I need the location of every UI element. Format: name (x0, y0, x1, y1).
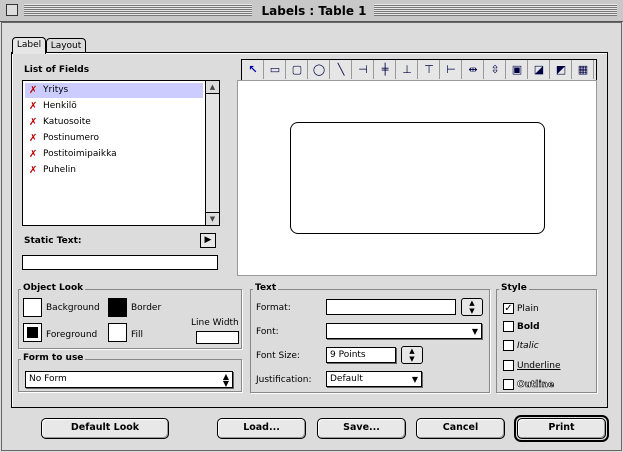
form-to-use-heading: Form to use (21, 353, 86, 363)
title-stripes (24, 4, 252, 16)
line-tool-icon[interactable]: ╲ (331, 60, 352, 79)
bold-checkbox[interactable] (503, 321, 514, 332)
plain-checkbox[interactable]: ✓ (503, 303, 514, 314)
arrow-tool-icon[interactable]: ↖ (243, 60, 264, 79)
field-icon: ✗ (29, 149, 38, 160)
tab-label[interactable]: Label (12, 37, 46, 54)
static-text-label: Static Text: (24, 236, 82, 246)
label-rounded-rectangle[interactable] (290, 122, 545, 234)
field-icon: ✗ (29, 117, 38, 128)
align-left-icon[interactable]: ⊣ (353, 60, 374, 79)
cancel-button[interactable]: Cancel (416, 418, 505, 439)
foreground-swatch[interactable] (23, 323, 42, 342)
list-item[interactable]: ✗ Postitoimipaikka (25, 147, 203, 162)
chevron-down-icon: ▼ (471, 327, 478, 336)
justification-value: Default (330, 374, 363, 384)
background-label: Background (46, 303, 100, 313)
font-label: Font: (256, 327, 279, 337)
font-size-stepper[interactable]: ▲ ▼ (401, 346, 423, 364)
title-bar[interactable]: Labels : Table 1 (0, 0, 623, 22)
list-item-label: Puhelin (43, 165, 76, 175)
foreground-label: Foreground (46, 330, 98, 340)
font-size-label: Font Size: (256, 351, 300, 361)
list-item[interactable]: ✗ Postinumero (25, 131, 203, 146)
updown-chevron-icon: ▲ ▼ (222, 372, 229, 388)
title-stripes (374, 4, 617, 16)
rounded-rectangle-tool-icon[interactable]: ▢ (287, 60, 308, 79)
default-look-button[interactable]: Default Look (41, 418, 169, 439)
static-text-input[interactable] (22, 255, 218, 270)
border-label: Border (131, 303, 162, 313)
window-title: Labels : Table 1 (258, 2, 370, 20)
bold-label: Bold (517, 322, 540, 332)
justification-select[interactable]: Default ▼ (326, 371, 422, 387)
form-to-use-value: No Form (29, 374, 67, 384)
align-right-icon[interactable]: ⊢ (441, 60, 462, 79)
fields-heading: List of Fields (24, 65, 90, 75)
border-swatch[interactable] (108, 298, 127, 317)
distribute-v-icon[interactable]: ⇳ (485, 60, 506, 79)
fields-list[interactable]: ✗ Yritys ✗ Henkilö ✗ Katuosoite ✗ Postinumer… (22, 80, 220, 226)
list-item[interactable]: ✗ Puhelin (25, 163, 203, 178)
outline-label: Outline (517, 380, 555, 391)
underline-label: Underline (517, 361, 561, 371)
font-select[interactable]: ▼ (326, 323, 482, 339)
line-width-input[interactable] (196, 331, 239, 344)
form-to-use-select[interactable]: No Form ▲ ▼ (25, 371, 233, 388)
list-item-label: Henkilö (43, 101, 77, 111)
format-label: Format: (256, 303, 291, 313)
justification-label: Justification: (256, 375, 312, 385)
list-item-label: Postitoimipaikka (43, 149, 117, 159)
close-box-icon[interactable] (6, 4, 18, 16)
rectangle-tool-icon[interactable]: ▭ (265, 60, 286, 79)
object-properties-icon[interactable]: ▦ (573, 60, 594, 79)
list-item-label: Katuosoite (43, 117, 91, 127)
style-heading: Style (499, 283, 529, 293)
align-center-h-icon[interactable]: ╪ (375, 60, 396, 79)
load-button[interactable]: Load... (217, 418, 306, 439)
italic-label: Italic (517, 341, 539, 351)
outline-checkbox[interactable] (503, 379, 514, 390)
list-item-label: Postinumero (43, 133, 100, 143)
scroll-down-icon[interactable]: ▼ (206, 212, 219, 225)
line-width-label: Line Width (191, 318, 239, 328)
save-button[interactable]: Save... (317, 418, 406, 439)
list-scrollbar[interactable]: ▲ ▼ (205, 81, 219, 225)
plain-label: Plain (517, 304, 539, 314)
font-size-field[interactable]: 9 Points (326, 347, 396, 363)
background-swatch[interactable] (23, 298, 42, 317)
group-icon[interactable]: ▣ (507, 60, 528, 79)
list-item[interactable]: ✗ Katuosoite (25, 115, 203, 130)
field-icon: ✗ (29, 133, 38, 144)
field-icon: ✗ (29, 165, 38, 176)
print-button[interactable]: Print (517, 418, 606, 439)
oval-tool-icon[interactable]: ◯ (309, 60, 330, 79)
align-bottom-icon[interactable]: ⊥ (397, 60, 418, 79)
send-back-icon[interactable]: ◩ (551, 60, 572, 79)
distribute-h-icon[interactable]: ⇹ (463, 60, 484, 79)
format-stepper[interactable]: ▲ ▼ (461, 298, 483, 316)
format-input[interactable] (326, 299, 456, 315)
chevron-down-icon: ▼ (411, 375, 418, 384)
field-icon: ✗ (29, 101, 38, 112)
scroll-up-icon[interactable]: ▲ (206, 81, 219, 94)
italic-checkbox[interactable] (503, 340, 514, 351)
fill-swatch[interactable] (108, 323, 127, 342)
static-text-menu-arrow-icon[interactable]: ▶ (200, 233, 216, 248)
align-top-icon[interactable]: ⊤ (419, 60, 440, 79)
text-heading: Text (253, 283, 279, 293)
underline-checkbox[interactable] (503, 360, 514, 371)
list-item[interactable]: ✗ Yritys (25, 83, 203, 98)
object-look-heading: Object Look (21, 283, 86, 293)
bring-front-icon[interactable]: ◪ (529, 60, 550, 79)
fill-label: Fill (131, 330, 144, 340)
list-item[interactable]: ✗ Henkilö (25, 99, 203, 114)
field-icon: ✗ (29, 85, 38, 96)
list-item-label: Yritys (43, 85, 69, 95)
